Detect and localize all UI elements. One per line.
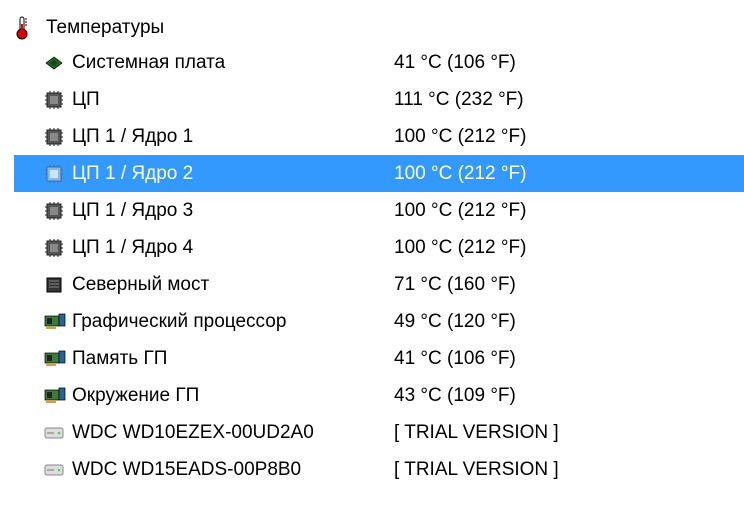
sensor-label: ЦП 1 / Ядро 3 bbox=[70, 200, 193, 222]
sensor-row[interactable]: ЦП 1 / Ядро 1 100 °C (212 °F) bbox=[14, 118, 744, 155]
section-header[interactable]: Температуры bbox=[14, 12, 744, 44]
gpu-icon bbox=[44, 313, 70, 331]
sensor-label: Северный мост bbox=[70, 274, 209, 296]
temperature-tree: Температуры Системная плата 41 °C (106 °… bbox=[0, 0, 744, 488]
sensor-row[interactable]: Память ГП 41 °C (106 °F) bbox=[14, 340, 744, 377]
gpu-icon bbox=[44, 350, 70, 368]
sensor-row[interactable]: Окружение ГП 43 °C (109 °F) bbox=[14, 377, 744, 414]
cpu-icon bbox=[44, 238, 70, 258]
sensor-value: [ TRIAL VERSION ] bbox=[394, 459, 744, 481]
sensor-row[interactable]: WDC WD15EADS-00P8B0 [ TRIAL VERSION ] bbox=[14, 451, 744, 488]
sensor-label: Память ГП bbox=[70, 348, 167, 370]
sensor-label: ЦП 1 / Ядро 1 bbox=[70, 126, 193, 148]
sensor-value: 41 °C (106 °F) bbox=[394, 348, 744, 370]
sensor-label: WDC WD10EZEX-00UD2A0 bbox=[70, 422, 314, 444]
hdd-icon bbox=[44, 463, 70, 477]
sensor-row[interactable]: ЦП 1 / Ядро 4 100 °C (212 °F) bbox=[14, 229, 744, 266]
motherboard-icon bbox=[44, 55, 70, 71]
sensor-row[interactable]: Северный мост 71 °C (160 °F) bbox=[14, 266, 744, 303]
cpu-icon bbox=[44, 164, 70, 184]
cpu-icon bbox=[44, 201, 70, 221]
sensor-label: Графический процессор bbox=[70, 311, 286, 333]
sensor-row[interactable]: ЦП 111 °C (232 °F) bbox=[14, 81, 744, 118]
sensor-label: Окружение ГП bbox=[70, 385, 199, 407]
sensor-value: 71 °C (160 °F) bbox=[394, 274, 744, 296]
sensor-value: 100 °C (212 °F) bbox=[394, 126, 744, 148]
sensor-value: 41 °C (106 °F) bbox=[394, 52, 744, 74]
sensor-value: 100 °C (212 °F) bbox=[394, 237, 744, 259]
sensor-value: [ TRIAL VERSION ] bbox=[394, 422, 744, 444]
sensor-value: 100 °C (212 °F) bbox=[394, 200, 744, 222]
cpu-icon bbox=[44, 90, 70, 110]
sensor-row[interactable]: WDC WD10EZEX-00UD2A0 [ TRIAL VERSION ] bbox=[14, 414, 744, 451]
sensor-value: 100 °C (212 °F) bbox=[394, 163, 744, 185]
sensor-row[interactable]: ЦП 1 / Ядро 3 100 °C (212 °F) bbox=[14, 192, 744, 229]
sensor-row[interactable]: ЦП 1 / Ядро 2 100 °C (212 °F) bbox=[14, 155, 744, 192]
northbridge-icon bbox=[44, 275, 70, 295]
sensor-label: ЦП bbox=[70, 89, 100, 111]
sensor-value: 111 °C (232 °F) bbox=[394, 89, 744, 111]
sensor-row[interactable]: Системная плата 41 °C (106 °F) bbox=[14, 44, 744, 81]
sensor-row[interactable]: Графический процессор 49 °C (120 °F) bbox=[14, 303, 744, 340]
section-title: Температуры bbox=[46, 17, 164, 39]
sensor-value: 43 °C (109 °F) bbox=[394, 385, 744, 407]
cpu-icon bbox=[44, 127, 70, 147]
hdd-icon bbox=[44, 426, 70, 440]
thermometer-icon bbox=[14, 16, 40, 40]
sensor-label: Системная плата bbox=[70, 52, 225, 74]
sensor-label: ЦП 1 / Ядро 2 bbox=[70, 163, 193, 185]
sensor-label: WDC WD15EADS-00P8B0 bbox=[70, 459, 301, 481]
sensor-value: 49 °C (120 °F) bbox=[394, 311, 744, 333]
sensor-label: ЦП 1 / Ядро 4 bbox=[70, 237, 193, 259]
gpu-icon bbox=[44, 387, 70, 405]
